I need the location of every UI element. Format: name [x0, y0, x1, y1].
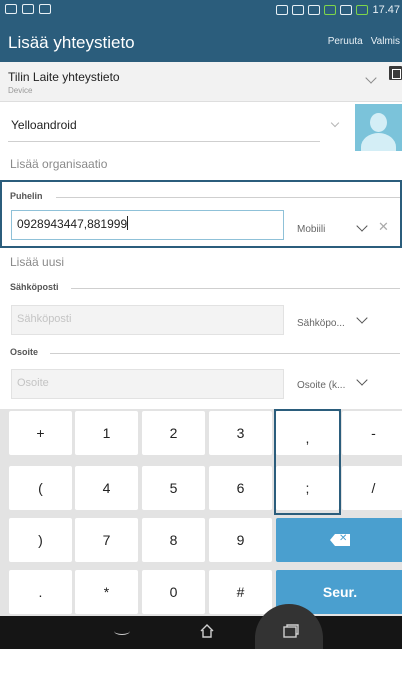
- divider: [56, 197, 400, 198]
- add-new-phone-link[interactable]: Lisää uusi: [10, 255, 64, 269]
- bottom-blank-area: [0, 649, 402, 686]
- phone-section-label: Puhelin: [10, 191, 43, 201]
- divider: [71, 288, 400, 289]
- clock: 17.47: [372, 4, 400, 16]
- address-type-select[interactable]: Osoite (k...: [297, 380, 345, 391]
- key-period[interactable]: .: [9, 570, 72, 614]
- divider: [50, 353, 400, 354]
- phone-number-value: 0928943447,881999: [17, 217, 128, 231]
- page-title: Lisää yhteystieto: [8, 33, 135, 52]
- key-6[interactable]: 6: [209, 466, 272, 510]
- key-3[interactable]: 3: [209, 411, 272, 455]
- back-icon[interactable]: [114, 627, 130, 635]
- key-5[interactable]: 5: [142, 466, 205, 510]
- address-placeholder: Osoite: [17, 377, 49, 389]
- sim-icon: [276, 5, 289, 15]
- sim-card-icon[interactable]: [389, 66, 402, 80]
- address-section-label: Osoite: [10, 347, 39, 357]
- signal-icon: [340, 5, 353, 15]
- key-2[interactable]: 2: [142, 411, 205, 455]
- email-section-label: Sähköposti: [10, 282, 59, 292]
- account-subtitle: Device: [8, 86, 33, 95]
- account-title: Tilin Laite yhteystieto: [8, 70, 120, 84]
- app-bar: Lisää yhteystieto Peruuta Valmis: [0, 22, 402, 62]
- home-icon[interactable]: [199, 623, 215, 639]
- text-cursor: [127, 216, 128, 230]
- recent-apps-icon[interactable]: [282, 623, 300, 639]
- add-organization-link[interactable]: Lisää organisaatio: [10, 157, 107, 171]
- done-button[interactable]: Valmis: [371, 36, 400, 47]
- phone-type-select[interactable]: Mobiili: [297, 224, 325, 235]
- key-open-paren[interactable]: (: [9, 466, 72, 510]
- status-bar: 17.47: [0, 0, 402, 22]
- screenshot-icon: [22, 4, 34, 14]
- key-plus[interactable]: +: [9, 411, 72, 455]
- key-slash[interactable]: /: [342, 466, 402, 510]
- key-7[interactable]: 7: [75, 518, 138, 562]
- notification-icon: [5, 4, 17, 14]
- battery-icon: [356, 5, 369, 15]
- key-8[interactable]: 8: [142, 518, 205, 562]
- key-4[interactable]: 4: [75, 466, 138, 510]
- key-1[interactable]: 1: [75, 411, 138, 455]
- cancel-button[interactable]: Peruuta: [328, 36, 363, 47]
- image-icon: [39, 4, 51, 14]
- wifi-icon: [308, 5, 321, 15]
- key-highlight-frame: [274, 409, 341, 515]
- address-type-chevron-down-icon[interactable]: [356, 374, 368, 386]
- numeric-keyboard: + 1 2 3 , - ( 4 5 6 ; / ) 7 8 9 ✕ . * 0 …: [0, 409, 402, 616]
- name-value: Yelloandroid: [11, 118, 77, 132]
- backspace-icon: ✕: [330, 534, 350, 546]
- key-minus[interactable]: -: [342, 411, 402, 455]
- address-field[interactable]: [11, 369, 284, 399]
- key-hash[interactable]: #: [209, 570, 272, 614]
- key-close-paren[interactable]: ): [9, 518, 72, 562]
- key-0[interactable]: 0: [142, 570, 205, 614]
- backspace-key[interactable]: ✕: [276, 518, 402, 562]
- key-asterisk[interactable]: *: [75, 570, 138, 614]
- key-9[interactable]: 9: [209, 518, 272, 562]
- email-placeholder: Sähköposti: [17, 313, 72, 325]
- remove-phone-close-icon[interactable]: ✕: [378, 219, 389, 235]
- email-type-chevron-down-icon[interactable]: [356, 312, 368, 324]
- mute-icon: [292, 5, 305, 15]
- account-selector[interactable]: Tilin Laite yhteystieto Device: [0, 62, 402, 102]
- name-expand-chevron-icon[interactable]: [330, 118, 340, 128]
- data-icon: [324, 5, 337, 15]
- contact-photo-avatar[interactable]: [355, 104, 402, 151]
- email-type-select[interactable]: Sähköpo...: [297, 318, 345, 329]
